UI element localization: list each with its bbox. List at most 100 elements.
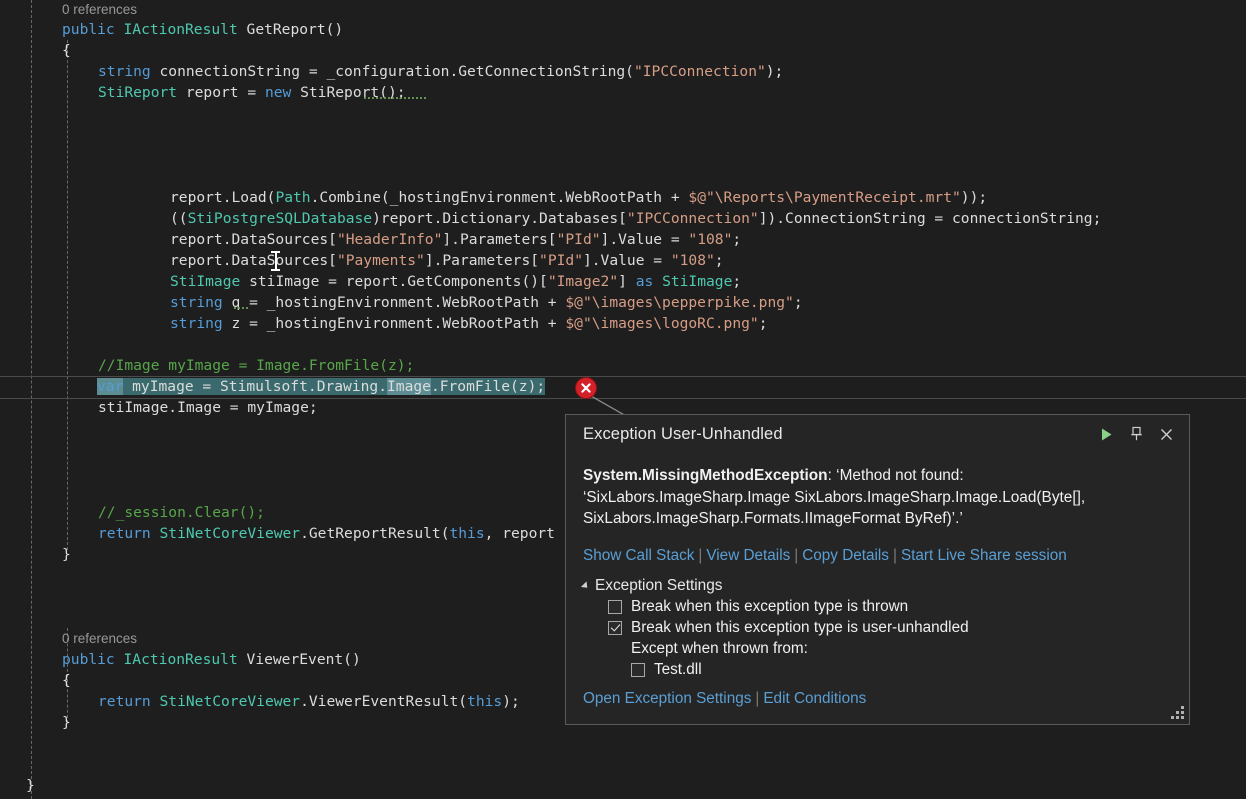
warning-squiggle	[364, 97, 426, 101]
exception-setting-row[interactable]: Test.dll	[631, 661, 1173, 679]
link-start-live-share-session[interactable]: Start Live Share session	[901, 547, 1067, 564]
code-line[interactable]: report.DataSources["Payments"].Parameter…	[0, 251, 1246, 272]
bottom-links-row[interactable]: Open Exception Settings | Edit Conditions	[583, 690, 1173, 708]
link-copy-details[interactable]: Copy Details	[802, 547, 889, 564]
code-line[interactable]: StiReport report = new StiReport();	[0, 83, 1246, 104]
code-line[interactable]: //Image myImage = Image.FromFile(z);	[0, 356, 1246, 377]
code-token: $@"\Reports\PaymentReceipt.mrt"	[688, 189, 961, 206]
code-token: .Combine(_hostingEnvironment.WebRootPath…	[310, 189, 689, 206]
code-token: //_session.Clear();	[98, 504, 265, 521]
exception-type: System.MissingMethodException	[583, 467, 828, 484]
exception-setting-row[interactable]: Break when this exception type is user-u…	[608, 619, 1173, 637]
code-line[interactable]: string connectionString = _configuration…	[0, 62, 1246, 83]
link-open-exception-settings[interactable]: Open Exception Settings	[583, 690, 751, 707]
code-token: this	[467, 693, 503, 710]
code-token: report.DataSources[	[170, 252, 337, 269]
code-token: {	[62, 672, 71, 689]
error-x-icon[interactable]	[575, 377, 597, 399]
code-token: stiImage = report.GetComponents()[	[240, 273, 548, 290]
exception-settings-section[interactable]: Exception Settings Break when this excep…	[580, 577, 1173, 679]
code-line[interactable]: report.Load(Path.Combine(_hostingEnviron…	[0, 188, 1246, 209]
code-token: .GetReportResult(	[300, 525, 450, 542]
code-token: "PId"	[539, 252, 583, 269]
code-line[interactable]: public IActionResult GetReport()	[0, 20, 1246, 41]
code-token: .FromFile(z);	[430, 378, 546, 395]
action-links-row[interactable]: Show Call Stack | View Details | Copy Detail…	[583, 547, 1173, 565]
code-token: report.DataSources[	[170, 231, 337, 248]
checkbox-checked[interactable]	[608, 620, 622, 635]
code-token: "108"	[670, 252, 715, 269]
link-separator: |	[755, 689, 760, 707]
code-token: ;	[714, 252, 724, 269]
code-line[interactable]: StiImage stiImage = report.GetComponents…	[0, 272, 1246, 293]
code-token: );	[502, 693, 520, 710]
close-button[interactable]	[1151, 421, 1181, 447]
code-token: StiNetCoreViewer	[159, 525, 301, 542]
chevron-down-icon	[580, 580, 591, 591]
code-token: public	[62, 21, 115, 38]
code-token: .ViewerEventResult(	[300, 693, 468, 710]
code-token: }	[62, 714, 71, 731]
current-code-line[interactable]: var myImage = Stimulsoft.Drawing.Image.F…	[0, 377, 1246, 398]
code-token: )report.Dictionary.Databases[	[372, 210, 627, 227]
pin-button[interactable]	[1121, 421, 1151, 447]
exception-setting-row[interactable]: Break when this exception type is thrown	[608, 598, 1173, 616]
code-token: "PId"	[556, 231, 601, 248]
code-token: ;	[732, 231, 742, 248]
close-icon	[1160, 428, 1172, 440]
code-line[interactable]: string q = _hostingEnvironment.WebRootPa…	[0, 293, 1246, 314]
code-token: IActionResult	[123, 21, 238, 38]
code-token: GetReport()	[237, 21, 344, 38]
code-token: report.Load(	[170, 189, 276, 206]
code-token: StiPostgreSQLDatabase	[187, 210, 373, 227]
link-view-details[interactable]: View Details	[706, 547, 790, 564]
code-token: .	[307, 378, 317, 395]
code-line[interactable]: {	[0, 41, 1246, 62]
code-token: as	[635, 273, 654, 290]
code-token: StiNetCoreViewer	[159, 693, 301, 710]
code-token: connectionString = _configuration.GetCon…	[150, 63, 634, 80]
code-token: StiReport	[98, 84, 178, 101]
code-line[interactable]: string z = _hostingEnvironment.WebRootPa…	[0, 314, 1246, 335]
code-token: myImage;	[247, 399, 318, 416]
code-token: ]).ConnectionString = connectionString;	[758, 210, 1102, 227]
code-token: new	[264, 84, 292, 101]
code-token: ));	[960, 189, 988, 206]
checkbox-unchecked[interactable]	[608, 599, 622, 614]
exception-helper-popup[interactable]: Exception User-Unhandled System.MissingM…	[565, 414, 1190, 725]
code-token: }	[26, 777, 35, 794]
code-token: ;	[758, 315, 768, 332]
exception-setting-label: Break when this exception type is thrown	[631, 597, 909, 615]
code-token: ((	[170, 210, 188, 227]
link-edit-conditions[interactable]: Edit Conditions	[763, 690, 866, 707]
code-token: .	[378, 378, 387, 395]
warning-squiggle	[234, 307, 249, 311]
code-token: ViewerEvent()	[237, 651, 361, 668]
code-token: "Image2"	[547, 273, 619, 290]
exception-settings-items[interactable]: Break when this exception type is thrown…	[583, 598, 1173, 679]
code-token: "108"	[688, 231, 733, 248]
code-token: z = _hostingEnvironment.WebRootPath +	[222, 315, 566, 332]
popup-header: Exception User-Unhandled	[566, 415, 1189, 453]
code-line[interactable]: }	[0, 776, 1246, 797]
checkbox-unchecked[interactable]	[631, 662, 645, 677]
code-line[interactable]: 0 references	[0, 0, 1246, 21]
resize-grip-icon[interactable]	[1170, 705, 1185, 720]
link-show-call-stack[interactable]: Show Call Stack	[583, 547, 694, 564]
code-token: public	[62, 651, 115, 668]
popup-title: Exception User-Unhandled	[583, 424, 783, 443]
code-line[interactable]: report.DataSources["HeaderInfo"].Paramet…	[0, 230, 1246, 251]
code-token: ]	[618, 273, 636, 290]
code-token: ;	[793, 294, 803, 311]
code-token: string	[170, 294, 223, 311]
continue-button[interactable]	[1091, 421, 1121, 447]
code-token: string	[170, 315, 223, 332]
code-line[interactable]: ((StiPostgreSQLDatabase)report.Dictionar…	[0, 209, 1246, 230]
exception-settings-expander[interactable]: Exception Settings	[580, 577, 1173, 595]
code-token: "IPCConnection"	[633, 63, 766, 80]
exception-setting-label: Break when this exception type is user-u…	[631, 618, 969, 636]
code-token: Drawing	[316, 378, 379, 395]
